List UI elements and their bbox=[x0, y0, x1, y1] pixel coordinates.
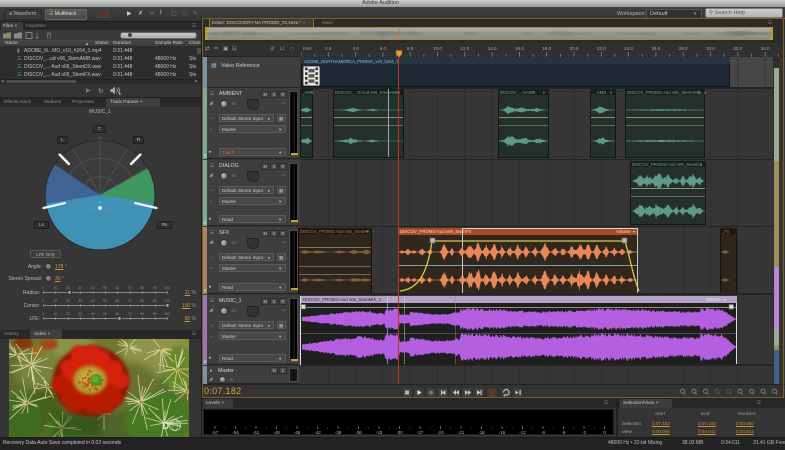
svg-text:-54: -54 bbox=[232, 430, 239, 435]
svg-text:-30: -30 bbox=[396, 430, 403, 435]
svg-text:-33: -33 bbox=[376, 430, 383, 435]
svg-text:-27: -27 bbox=[417, 430, 424, 435]
svg-text:-39: -39 bbox=[335, 430, 342, 435]
svg-text:-3: -3 bbox=[582, 430, 586, 435]
svg-text:-12: -12 bbox=[519, 430, 526, 435]
svg-text:-24: -24 bbox=[437, 430, 444, 435]
svg-text:-45: -45 bbox=[294, 430, 301, 435]
svg-text:-6: -6 bbox=[561, 430, 565, 435]
svg-text:0: 0 bbox=[603, 430, 606, 435]
svg-text:-57: -57 bbox=[212, 430, 219, 435]
svg-text:-21: -21 bbox=[458, 430, 465, 435]
svg-text:-36: -36 bbox=[355, 430, 362, 435]
svg-text:-18: -18 bbox=[478, 430, 485, 435]
svg-text:-42: -42 bbox=[314, 430, 321, 435]
svg-text:-51: -51 bbox=[253, 430, 260, 435]
svg-text:-48: -48 bbox=[273, 430, 280, 435]
svg-text:-9: -9 bbox=[541, 430, 545, 435]
svg-text:-15: -15 bbox=[499, 430, 506, 435]
